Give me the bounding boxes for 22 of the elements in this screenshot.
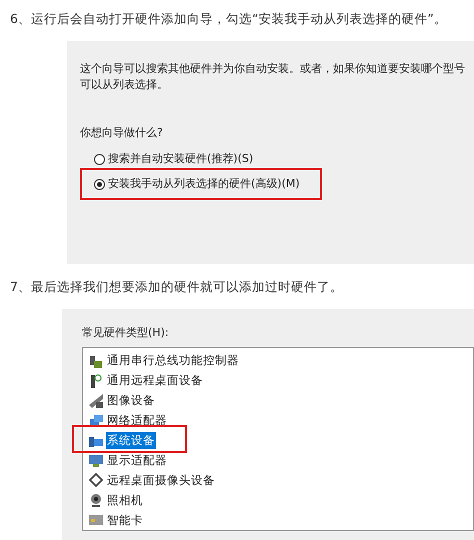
list-item[interactable]: 照相机 [106,492,144,509]
step-text: 7、最后选择我们想要添加的硬件就可以添加过时硬件了。 [10,278,343,296]
list-item[interactable]: 远程桌面摄像头设备 [106,472,216,489]
monitor-check-icon [88,372,104,389]
display-icon [88,452,104,468]
list-label: 常见硬件类型(H): [82,324,169,340]
list-item[interactable]: 通用远程桌面设备 [106,372,204,390]
step-text: 6、运行后会自动打开硬件添加向导，勾选“安装我手动从列表选择的硬件”。 [10,10,447,28]
intro-text: 这个向导可以搜索其他硬件并为你自动安装。或者，如果你知道要安装哪个型号 [80,60,465,77]
list-item[interactable]: 系统设备 [106,432,156,449]
list-item[interactable]: 通用串行总线功能控制器 [106,352,240,370]
list-item[interactable]: 图像设备 [106,392,156,410]
diamond-icon [88,472,104,488]
list-item[interactable]: 智能卡 [106,512,144,529]
list-item[interactable]: 显示适配器 [106,452,168,469]
list-item[interactable]: 网络适配器 [106,412,168,430]
question-label: 你想向导做什么? [80,124,163,141]
scanner-icon [88,392,104,409]
radio-option[interactable]: 搜索并自动安装硬件(推荐)(S) [94,151,254,168]
webcam-icon [88,492,104,508]
intro-text: 可以从列表选择。 [80,76,168,93]
radio-option[interactable]: 安装我手动从列表选择的硬件(高级)(M) [94,176,300,192]
